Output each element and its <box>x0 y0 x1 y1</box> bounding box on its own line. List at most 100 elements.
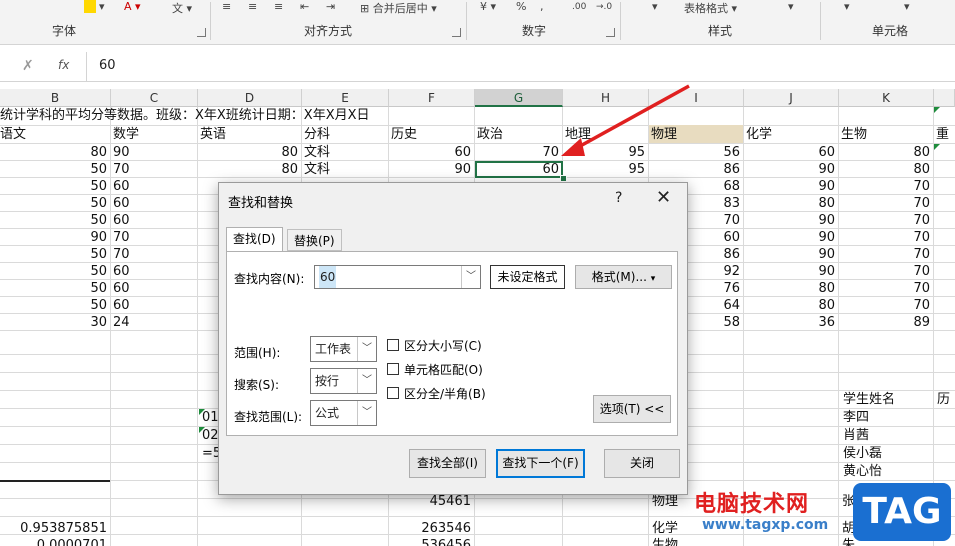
student-name[interactable]: 黄心怡 <box>843 463 882 480</box>
table-cell[interactable]: 文科 <box>304 161 388 178</box>
table-cell[interactable]: 70 <box>475 144 559 161</box>
table-cell[interactable]: 70 <box>839 212 930 229</box>
increase-decimal-button[interactable]: .00 <box>572 2 586 12</box>
table-cell[interactable]: 文科 <box>304 144 388 161</box>
highlight-color-icon[interactable]: ▾ <box>84 0 105 13</box>
merge-center-button[interactable]: ⊞ 合并后居中 ▾ <box>360 0 437 16</box>
match-case-label[interactable]: 区分大小写(C) <box>404 337 482 354</box>
side-header-name[interactable]: 学生姓名 <box>843 391 895 408</box>
tab-replace[interactable]: 替换(P) <box>287 229 342 251</box>
table-cell[interactable]: 50 <box>0 195 107 212</box>
align-right-icon[interactable]: ≡ <box>274 0 283 13</box>
table-cell[interactable]: 70 <box>839 229 930 246</box>
scope-select[interactable]: 工作表 ﹀ <box>310 336 377 362</box>
table-cell[interactable]: 70 <box>839 297 930 314</box>
table-cell[interactable]: 60 <box>113 195 197 212</box>
table-cell[interactable]: 90 <box>113 144 197 161</box>
value-cell[interactable]: 45461 <box>388 493 471 510</box>
column-header-g[interactable]: G <box>475 89 563 107</box>
title-cell[interactable]: 统计学科的平均分等数据。班级：X年X班统计日期：X年X月X日 <box>0 107 370 124</box>
table-cell[interactable]: 90 <box>0 229 107 246</box>
font-color-icon[interactable]: A ▾ <box>124 0 141 13</box>
table-cell[interactable]: 50 <box>0 246 107 263</box>
match-width-checkbox[interactable] <box>387 387 399 399</box>
table-cell[interactable]: 36 <box>744 314 835 331</box>
decrease-decimal-button[interactable]: →.0 <box>596 2 612 12</box>
currency-icon[interactable]: ¥ ▾ <box>480 0 496 13</box>
close-icon[interactable]: ✕ <box>656 187 671 208</box>
table-cell[interactable]: 90 <box>744 178 835 195</box>
match-width-label[interactable]: 区分全/半角(B) <box>404 385 486 402</box>
table-cell[interactable]: 50 <box>0 263 107 280</box>
cancel-icon[interactable]: ✗ <box>22 58 34 74</box>
table-cell[interactable]: 70 <box>113 161 197 178</box>
phonetic-icon[interactable]: 文 ▾ <box>172 0 192 16</box>
table-cell[interactable]: 70 <box>839 280 930 297</box>
table-cell[interactable]: 89 <box>839 314 930 331</box>
alignment-launcher-icon[interactable] <box>452 28 461 37</box>
table-cell[interactable]: 80 <box>744 280 835 297</box>
name-cell[interactable]: 朱 <box>842 537 855 546</box>
match-case-checkbox[interactable] <box>387 339 399 351</box>
help-button[interactable]: ? <box>615 190 622 206</box>
number-launcher-icon[interactable] <box>606 28 615 37</box>
match-cell-checkbox[interactable] <box>387 363 399 375</box>
chevron-down-icon[interactable]: ﹀ <box>357 337 376 361</box>
value-cell[interactable]: 0.0000701 <box>0 537 107 546</box>
header-math[interactable]: 数学 <box>113 126 139 143</box>
header-english[interactable]: 英语 <box>200 126 226 143</box>
active-cell-g3[interactable] <box>475 161 563 178</box>
match-cell-label[interactable]: 单元格匹配(O) <box>404 361 483 378</box>
subject-cell[interactable]: 化学 <box>652 520 678 537</box>
insert-function-icon[interactable]: fx <box>58 58 69 72</box>
column-header-k[interactable]: K <box>839 89 934 107</box>
table-cell[interactable]: 50 <box>0 212 107 229</box>
find-next-button[interactable]: 查找下一个(F) <box>496 449 585 478</box>
header-history[interactable]: 历史 <box>391 126 417 143</box>
find-all-button[interactable]: 查找全部(I) <box>409 449 486 478</box>
table-cell[interactable]: 70 <box>113 229 197 246</box>
table-cell[interactable]: 70 <box>113 246 197 263</box>
subject-cell[interactable]: 生物 <box>652 537 678 546</box>
table-cell[interactable]: 80 <box>839 161 930 178</box>
header-chemistry[interactable]: 化学 <box>746 126 772 143</box>
percent-button[interactable]: % <box>516 0 526 13</box>
table-cell[interactable]: 80 <box>198 144 298 161</box>
subject-cell[interactable]: 物理 <box>652 493 678 510</box>
table-cell[interactable]: 60 <box>113 263 197 280</box>
student-name[interactable]: 肖茜 <box>843 427 869 444</box>
student-name[interactable]: 李四 <box>843 409 869 426</box>
table-cell[interactable]: 80 <box>744 195 835 212</box>
delete-cell-dropdown[interactable]: ▾ <box>904 0 910 13</box>
table-cell[interactable]: 60 <box>389 144 471 161</box>
table-cell[interactable]: 90 <box>744 212 835 229</box>
table-cell[interactable]: 80 <box>744 297 835 314</box>
table-cell[interactable]: 70 <box>839 178 930 195</box>
table-format-button[interactable]: 表格格式 ▾ <box>684 0 737 16</box>
header-chinese[interactable]: 语文 <box>0 126 26 143</box>
insert-cell-dropdown[interactable]: ▾ <box>844 0 850 13</box>
chevron-down-icon[interactable]: ﹀ <box>461 266 480 288</box>
value-cell[interactable]: 0.953875851 <box>0 520 107 537</box>
column-header-b[interactable]: B <box>0 89 111 107</box>
table-cell[interactable]: 60 <box>113 212 197 229</box>
conditional-format-dropdown[interactable]: ▾ <box>652 0 658 13</box>
partial-cell-1[interactable]: 01 <box>202 409 219 426</box>
table-cell[interactable]: 80 <box>198 161 298 178</box>
cell-style-dropdown[interactable]: ▾ <box>788 0 794 13</box>
table-cell[interactable]: 80 <box>839 144 930 161</box>
column-header-e[interactable]: E <box>302 89 389 107</box>
close-button[interactable]: 关闭 <box>604 449 680 478</box>
student-name[interactable]: 侯小磊 <box>843 445 882 462</box>
table-cell[interactable]: 80 <box>0 144 107 161</box>
table-cell[interactable]: 90 <box>744 161 835 178</box>
indent-icon[interactable]: ⇤ <box>300 0 309 13</box>
align-center-icon[interactable]: ≡ <box>248 0 257 13</box>
header-politics[interactable]: 政治 <box>477 126 503 143</box>
outdent-icon[interactable]: ⇥ <box>326 0 335 13</box>
table-cell[interactable]: 90 <box>744 229 835 246</box>
table-cell[interactable]: 50 <box>0 297 107 314</box>
chevron-down-icon[interactable]: ﹀ <box>357 369 376 393</box>
table-cell[interactable]: 60 <box>744 144 835 161</box>
table-cell[interactable]: 90 <box>744 263 835 280</box>
